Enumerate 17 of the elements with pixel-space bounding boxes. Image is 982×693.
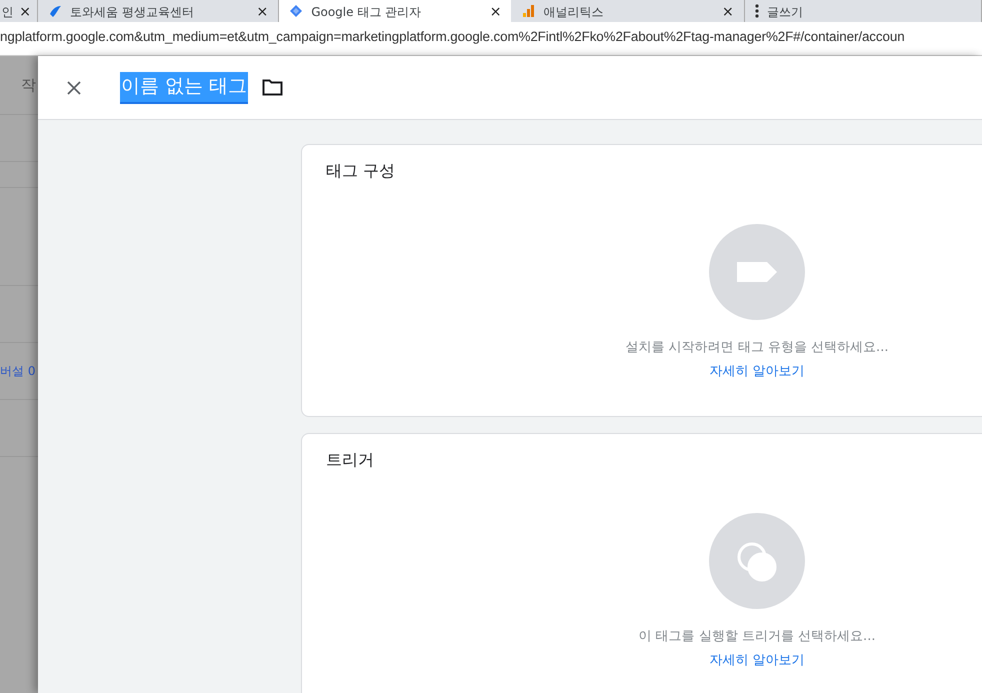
folder-icon[interactable] bbox=[262, 79, 284, 96]
bird-icon bbox=[48, 4, 62, 18]
card-title: 태그 구성 bbox=[326, 161, 396, 182]
page-text: 작 bbox=[21, 76, 36, 94]
bar-chart-icon bbox=[521, 4, 536, 18]
tab-close-button[interactable]: × bbox=[19, 6, 31, 18]
hint-text: 이 태그를 실행할 트리거를 선택하세요... bbox=[638, 628, 876, 645]
browser-tab[interactable]: Google 태그 관리자 × bbox=[279, 0, 512, 22]
card-title: 트리거 bbox=[326, 450, 375, 471]
tab-close-button[interactable]: × bbox=[722, 6, 734, 18]
learn-more-link[interactable]: 자세히 알아보기 bbox=[709, 651, 805, 669]
diamond-logo-icon bbox=[289, 4, 304, 18]
hint-text: 설치를 시작하려면 태그 유형을 선택하세요... bbox=[626, 339, 888, 356]
tab-close-button[interactable]: × bbox=[490, 6, 502, 18]
more-vertical-icon bbox=[754, 4, 759, 18]
learn-more-link[interactable]: 자세히 알아보기 bbox=[709, 362, 805, 380]
tab-close-button[interactable]: × bbox=[256, 6, 268, 18]
